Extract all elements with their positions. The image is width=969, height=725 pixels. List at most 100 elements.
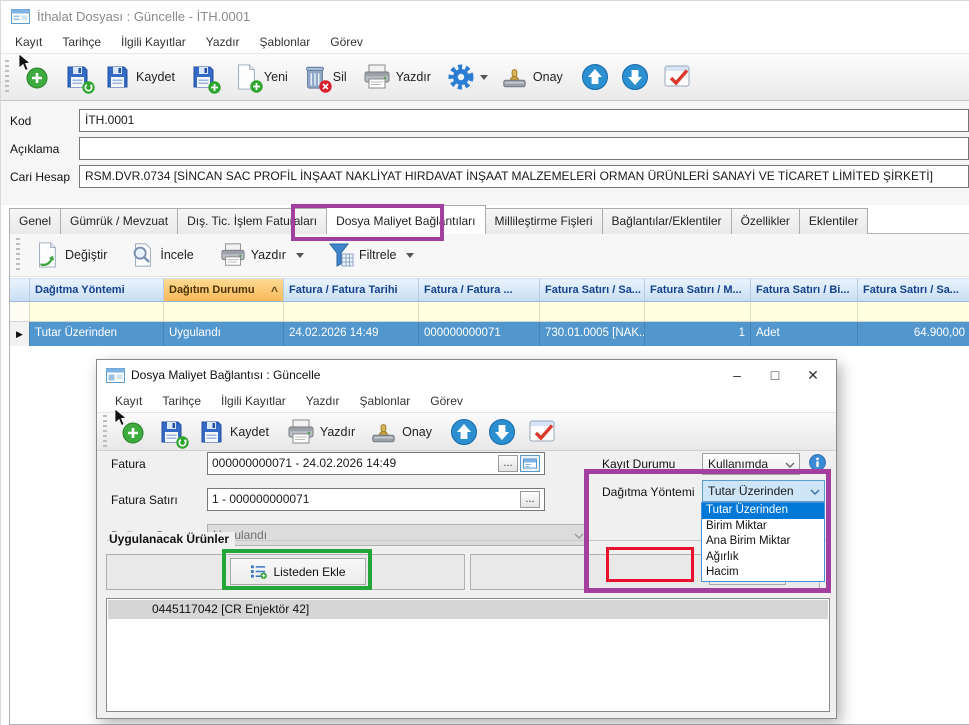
kod-input[interactable]: İTH.0001 — [79, 109, 969, 132]
filter-cell — [10, 302, 30, 322]
fatura-browse-button[interactable]: ... — [498, 455, 518, 472]
dialog-save-button[interactable]: Kaydet — [197, 418, 269, 446]
grid-selected-row[interactable]: ▶ Tutar Üzerinden Uygulandı 24.02.2026 1… — [10, 322, 969, 346]
cell-tutar[interactable]: 64.900,00 — [858, 322, 969, 346]
dialog-menu-tarihce[interactable]: Tarihçe — [152, 392, 211, 410]
aciklama-label: Açıklama — [10, 142, 59, 156]
annotation-red-box-cikar — [606, 547, 694, 582]
tab-genel[interactable]: Genel — [9, 208, 61, 234]
dialog-toolbar: Kaydet Yazdır Onay — [97, 412, 836, 451]
filter-button[interactable]: Filtrele — [328, 242, 415, 268]
filter-cell[interactable] — [419, 302, 540, 322]
tab-gumruk-mevzuat[interactable]: Gümrük / Mevzuat — [60, 208, 178, 234]
save-new-button[interactable] — [189, 63, 217, 91]
filter-cell[interactable] — [645, 302, 751, 322]
settings-dropdown-caret[interactable] — [480, 75, 488, 80]
window-check-icon — [528, 418, 556, 446]
inspect-row-button[interactable]: İncele — [129, 242, 193, 268]
dialog-save-refresh-button[interactable] — [157, 418, 185, 446]
cell-miktar[interactable]: 1 — [645, 322, 751, 346]
close-button[interactable]: ✕ — [794, 360, 832, 390]
dialog-print-button[interactable]: Yazdır — [287, 418, 355, 446]
filter-cell[interactable] — [164, 302, 284, 322]
toolbar-grip — [5, 60, 9, 94]
new-record-button[interactable] — [25, 65, 49, 89]
menu-tarihce[interactable]: Tarihçe — [52, 33, 111, 51]
filter-cell[interactable] — [30, 302, 164, 322]
edit-row-button[interactable]: Değiştir — [34, 242, 107, 268]
chevron-down-icon — [785, 462, 795, 468]
cell-birim[interactable]: Adet — [751, 322, 858, 346]
grid-header-fatura-satiri-sa2[interactable]: Fatura Satırı / Sa... — [858, 278, 969, 302]
dialog-toolbar-grip — [103, 415, 107, 449]
cell-dagitma-yontemi[interactable]: Tutar Üzerinden — [30, 322, 164, 346]
aciklama-input[interactable] — [79, 137, 969, 160]
fatura-picker-icon[interactable] — [520, 455, 540, 472]
fatura-satiri-input[interactable]: 1 - 000000000071 ... — [207, 488, 545, 511]
grid-print-caret[interactable] — [296, 253, 304, 258]
filter-caret[interactable] — [406, 253, 414, 258]
arrow-down-circle-icon — [621, 63, 649, 91]
print-button[interactable]: Yazdır — [363, 63, 431, 91]
tab-baglantilar-eklentiler[interactable]: Bağlantılar/Eklentiler — [602, 208, 732, 234]
settings-button[interactable] — [447, 63, 488, 91]
maximize-button[interactable]: □ — [756, 360, 794, 390]
grid-print-button[interactable]: Yazdır — [220, 242, 304, 268]
fatura-input[interactable]: 000000000071 - 24.02.2026 14:49 ... — [207, 452, 545, 475]
dialog-confirm-button[interactable] — [528, 418, 556, 446]
dialog-menu-yazdir[interactable]: Yazdır — [296, 392, 350, 410]
grid-header-fatura[interactable]: Fatura / Fatura ... — [419, 278, 540, 302]
cell-fatura-tarihi[interactable]: 24.02.2026 14:49 — [284, 322, 419, 346]
dialog-move-down-button[interactable] — [488, 418, 516, 446]
menu-gorev[interactable]: Görev — [320, 33, 373, 51]
dialog-title: Dosya Maliyet Bağlantısı : Güncelle — [131, 368, 320, 382]
dialog-menu-gorev[interactable]: Görev — [420, 392, 473, 410]
save-refresh-button[interactable] — [63, 63, 91, 91]
cell-fatura-satiri[interactable]: 730.01.0005 [NAK... — [540, 322, 645, 346]
move-down-button[interactable] — [621, 63, 649, 91]
menu-kayit[interactable]: Kayıt — [5, 33, 52, 51]
dialog-menu-sablonlar[interactable]: Şablonlar — [350, 392, 421, 410]
tab-ozellikler[interactable]: Özellikler — [731, 208, 800, 234]
product-list-item[interactable]: 0445117042 [CR Enjektör 42] — [108, 600, 828, 619]
confirm-button[interactable] — [663, 63, 691, 91]
dialog-new-record-button[interactable] — [121, 420, 145, 444]
menu-sablonlar[interactable]: Şablonlar — [250, 33, 321, 51]
cursor-arrow-icon — [17, 53, 31, 73]
filter-cell[interactable] — [284, 302, 419, 322]
tab-eklentiler[interactable]: Eklentiler — [799, 208, 868, 234]
dialog-move-up-button[interactable] — [450, 418, 478, 446]
grid-header-fatura-satiri-m[interactable]: Fatura Satırı / M... — [645, 278, 751, 302]
grid-header-fatura-satiri-sa[interactable]: Fatura Satırı / Sa... — [540, 278, 645, 302]
delete-button[interactable]: Sil — [302, 64, 347, 90]
new-button[interactable]: Yeni — [233, 64, 288, 90]
filter-cell[interactable] — [540, 302, 645, 322]
cari-hesap-input[interactable]: RSM.DVR.0734 [SİNCAN SAC PROFİL İNŞAAT N… — [79, 165, 969, 188]
new-page-icon — [233, 64, 259, 90]
annotation-purple-box-tab — [291, 204, 444, 241]
grid-header-fatura-satiri-bi[interactable]: Fatura Satırı / Bi... — [751, 278, 858, 302]
header-form: Kod İTH.0001 Açıklama Cari Hesap RSM.DVR… — [1, 101, 969, 205]
grid-header-fatura-tarihi[interactable]: Fatura / Fatura Tarihi — [284, 278, 419, 302]
filter-cell[interactable] — [751, 302, 858, 322]
dialog-approve-button[interactable]: Onay — [369, 418, 432, 446]
main-toolbar: Kaydet Yeni Sil Yazdır — [1, 53, 969, 101]
dialog-menu-ilgili-kayitlar[interactable]: İlgili Kayıtlar — [211, 392, 296, 410]
grid-header-dagitma-yontemi[interactable]: Dağıtma Yöntemi — [30, 278, 164, 302]
fatura-satiri-browse-button[interactable]: ... — [520, 491, 540, 508]
minimize-button[interactable]: – — [718, 360, 756, 390]
menu-ilgili-kayitlar[interactable]: İlgili Kayıtlar — [111, 33, 196, 51]
arrow-up-circle-icon — [581, 63, 609, 91]
edit-page-icon — [34, 242, 60, 268]
filter-cell[interactable] — [858, 302, 969, 322]
products-list[interactable]: 0445117042 [CR Enjektör 42] — [106, 598, 830, 712]
cell-fatura-no[interactable]: 000000000071 — [419, 322, 540, 346]
save-button[interactable]: Kaydet — [103, 63, 175, 91]
tab-millilestirme-fisleri[interactable]: Millileştirme Fişleri — [485, 208, 603, 234]
chevron-down-icon — [574, 533, 584, 539]
approve-button[interactable]: Onay — [500, 63, 563, 91]
move-up-button[interactable] — [581, 63, 609, 91]
menu-yazdir[interactable]: Yazdır — [196, 33, 250, 51]
grid-header-dagitim-durumu[interactable]: Dağıtım Durumu^ — [164, 278, 284, 302]
cell-dagitim-durumu[interactable]: Uygulandı — [164, 322, 284, 346]
